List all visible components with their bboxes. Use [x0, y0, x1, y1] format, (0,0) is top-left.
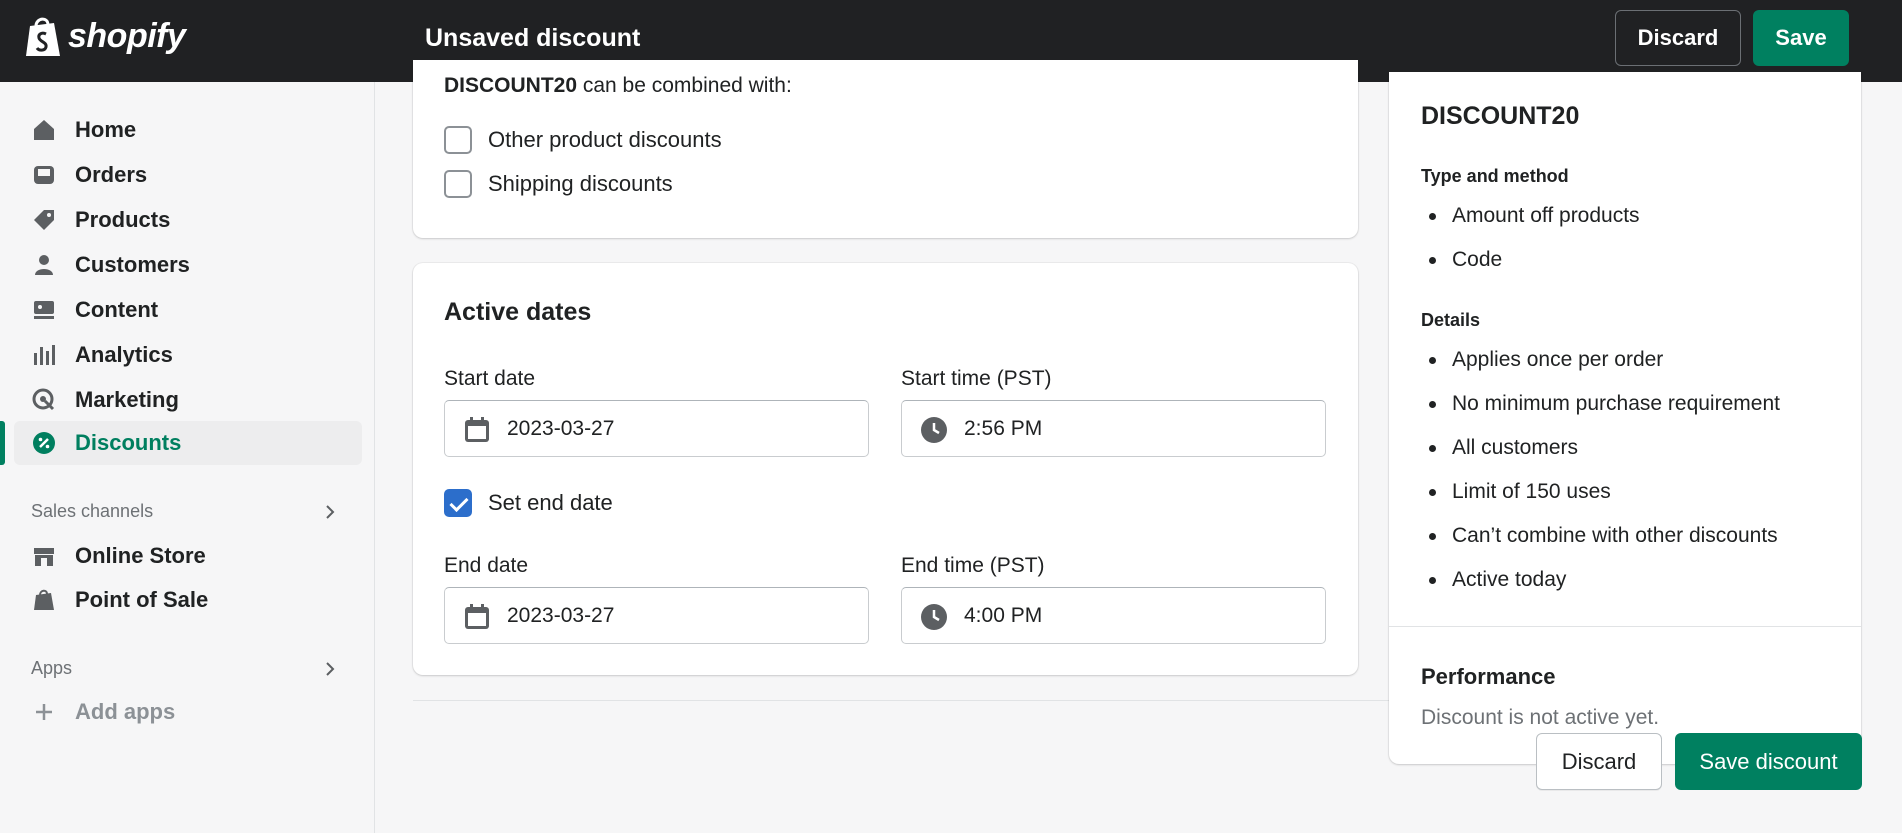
start-date-field[interactable]: 2023-03-27 — [444, 400, 869, 457]
active-dates-title: Active dates — [444, 298, 592, 326]
sidebar-item-label: Point of Sale — [75, 587, 209, 612]
start-date-value: 2023-03-27 — [507, 417, 615, 440]
apps-heading: Apps — [31, 658, 73, 678]
sidebar-item-analytics[interactable]: Analytics — [14, 333, 362, 377]
footer-discard-button[interactable]: Discard — [1536, 733, 1662, 790]
list-item: Amount off products — [1421, 202, 1640, 246]
sidebar-item-label: Marketing — [75, 387, 179, 412]
list-item: All customers — [1421, 434, 1780, 478]
combinations-card: DISCOUNT20 can be combined with: Other p… — [413, 60, 1358, 238]
pos-bag-icon — [34, 589, 54, 610]
combinations-text: DISCOUNT20 can be combined with: — [444, 74, 792, 98]
home-icon — [34, 120, 54, 140]
sidebar-item-online-store[interactable]: Online Store — [14, 534, 362, 578]
sidebar-item-label: Orders — [75, 162, 148, 187]
sidebar-item-content[interactable]: Content — [14, 288, 362, 332]
clock-icon — [921, 417, 947, 443]
sidebar-item-label: Home — [75, 117, 137, 142]
summary-card: DISCOUNT20 Type and method Amount off pr… — [1389, 72, 1861, 764]
list-item: Applies once per order — [1421, 346, 1780, 390]
bar-chart-icon — [34, 345, 55, 365]
sales-channels-heading: Sales channels — [31, 501, 154, 521]
end-time-label: End time (PST) — [901, 554, 1045, 577]
performance-heading: Performance — [1421, 664, 1556, 689]
save-discount-button[interactable]: Save discount — [1675, 733, 1862, 790]
checkbox-label: Shipping discounts — [488, 171, 673, 196]
active-dates-card: Active dates Start date 2023-03-27 Start… — [413, 263, 1358, 675]
combinations-suffix: can be combined with: — [577, 74, 792, 97]
start-time-label: Start time (PST) — [901, 367, 1052, 390]
start-time-value: 2:56 PM — [964, 417, 1043, 440]
list-item: Limit of 150 uses — [1421, 478, 1780, 522]
sidebar-item-add-apps[interactable]: Add apps — [14, 690, 362, 734]
save-button[interactable]: Save — [1753, 10, 1849, 66]
type-method-list: Amount off products Code — [1421, 202, 1640, 290]
sidebar-item-label: Online Store — [75, 543, 206, 568]
calendar-icon — [465, 417, 489, 442]
list-item: Can’t combine with other discounts — [1421, 522, 1780, 566]
sidebar-item-label: Discounts — [75, 430, 182, 455]
checkbox-label: Other product discounts — [488, 127, 722, 152]
orders-icon — [34, 166, 54, 184]
tag-icon — [34, 210, 54, 230]
page-title: Unsaved discount — [425, 24, 641, 52]
shipping-discounts-checkbox[interactable] — [444, 170, 472, 198]
end-date-field[interactable]: 2023-03-27 — [444, 587, 869, 644]
sidebar-item-marketing[interactable]: Marketing — [14, 378, 362, 422]
plus-icon — [36, 704, 52, 720]
sidebar-item-home[interactable]: Home — [14, 108, 362, 152]
sidebar-item-label: Analytics — [75, 342, 173, 367]
start-time-field[interactable]: 2:56 PM — [901, 400, 1326, 457]
person-icon — [35, 255, 53, 275]
shopify-bag-icon — [26, 17, 60, 56]
chevron-right-icon[interactable] — [322, 661, 338, 677]
summary-divider — [1389, 626, 1861, 627]
content-icon — [34, 301, 54, 319]
end-time-field[interactable]: 4:00 PM — [901, 587, 1326, 644]
calendar-icon — [465, 604, 489, 629]
chevron-right-icon[interactable] — [322, 504, 338, 520]
discard-button[interactable]: Discard — [1615, 10, 1741, 66]
target-icon — [32, 388, 55, 411]
details-heading: Details — [1421, 310, 1481, 330]
brand-name: shopify — [68, 16, 186, 55]
end-date-value: 2023-03-27 — [507, 604, 615, 627]
type-method-heading: Type and method — [1421, 166, 1569, 186]
other-product-discounts-option[interactable]: Other product discounts — [444, 126, 722, 154]
sidebar-item-discounts[interactable]: Discounts — [14, 421, 362, 465]
sidebar-item-label: Add apps — [75, 699, 176, 724]
sidebar-item-label: Content — [75, 297, 159, 322]
store-icon — [34, 548, 54, 566]
sidebar-item-orders[interactable]: Orders — [14, 153, 362, 197]
list-item: Code — [1421, 246, 1640, 290]
content-divider — [413, 700, 1393, 701]
checkbox-label: Set end date — [488, 490, 613, 515]
discount-code: DISCOUNT20 — [444, 74, 578, 97]
end-time-value: 4:00 PM — [964, 604, 1043, 627]
set-end-date-checkbox[interactable] — [444, 489, 472, 517]
sidebar-item-point-of-sale[interactable]: Point of Sale — [14, 578, 362, 622]
shopify-logo[interactable]: shopify — [24, 14, 186, 58]
sidebar-item-label: Customers — [75, 252, 190, 277]
sidebar: Home Orders Products Customers Content A… — [0, 82, 375, 833]
other-product-discounts-checkbox[interactable] — [444, 126, 472, 154]
details-list: Applies once per order No minimum purcha… — [1421, 346, 1780, 610]
sidebar-item-label: Products — [75, 207, 171, 232]
performance-text: Discount is not active yet. — [1421, 706, 1660, 729]
summary-code: DISCOUNT20 — [1421, 102, 1580, 130]
set-end-date-option[interactable]: Set end date — [444, 489, 613, 517]
end-date-label: End date — [444, 554, 529, 577]
list-item: No minimum purchase requirement — [1421, 390, 1780, 434]
sidebar-item-customers[interactable]: Customers — [14, 243, 362, 287]
clock-icon — [921, 604, 947, 630]
active-indicator — [0, 421, 5, 465]
start-date-label: Start date — [444, 367, 536, 390]
discount-icon — [33, 432, 55, 454]
list-item: Active today — [1421, 566, 1780, 610]
sidebar-item-products[interactable]: Products — [14, 198, 362, 242]
shipping-discounts-option[interactable]: Shipping discounts — [444, 170, 673, 198]
